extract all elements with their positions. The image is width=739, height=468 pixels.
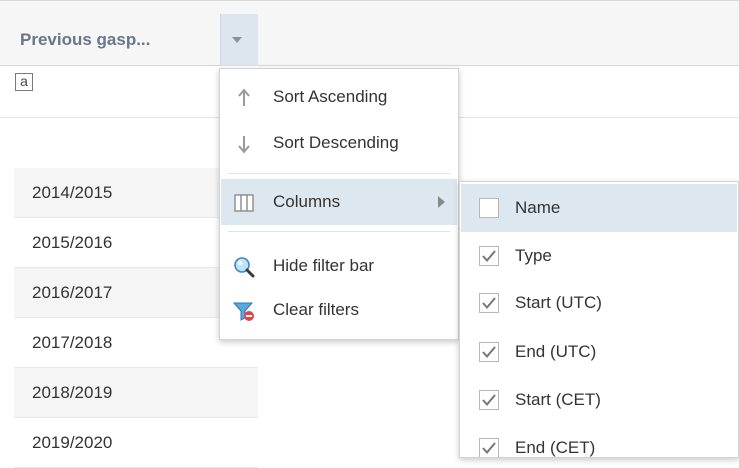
column-toggle-label: End (CET) xyxy=(515,438,596,457)
column-toggle-type[interactable]: Type xyxy=(461,232,737,280)
column-toggle-end-cet[interactable]: End (CET) xyxy=(461,424,737,458)
menu-item-sort-descending[interactable]: Sort Descending xyxy=(221,120,457,166)
menu-item-sort-ascending[interactable]: Sort Ascending xyxy=(221,74,457,120)
menu-item-label: Sort Ascending xyxy=(273,87,388,106)
check-icon[interactable] xyxy=(479,438,499,458)
table-row[interactable]: 2019/2020 xyxy=(14,418,258,468)
column-toggle-start-utc[interactable]: Start (UTC) xyxy=(461,279,737,327)
chevron-down-icon[interactable] xyxy=(232,37,242,43)
column-toggle-name[interactable]: Name xyxy=(461,184,737,232)
menu-separator xyxy=(228,231,450,232)
magnifier-icon xyxy=(234,257,255,278)
menu-item-label: Hide filter bar xyxy=(273,256,375,275)
arrow-down-icon xyxy=(238,136,250,154)
menu-item-clear-filters[interactable]: Clear filters xyxy=(221,287,457,333)
chevron-right-icon xyxy=(438,196,445,208)
checkbox[interactable] xyxy=(479,198,499,218)
column-toggle-label: Start (UTC) xyxy=(515,293,602,312)
menu-item-label: Columns xyxy=(273,192,341,211)
clear-filter-icon xyxy=(233,302,254,321)
columns-icon xyxy=(234,194,254,212)
column-header-title[interactable]: Previous gasp... xyxy=(20,14,150,66)
menu-item-hide-filter-bar[interactable]: Hide filter bar xyxy=(221,243,457,289)
table-row[interactable]: 2018/2019 xyxy=(14,368,258,418)
column-toggle-end-utc[interactable]: End (UTC) xyxy=(461,328,737,376)
check-icon[interactable] xyxy=(479,293,499,313)
arrow-up-icon xyxy=(238,88,250,106)
check-icon[interactable] xyxy=(479,390,499,410)
column-toggle-start-cet[interactable]: Start (CET) xyxy=(461,376,737,424)
check-icon[interactable] xyxy=(479,246,499,266)
column-toggle-label: End (UTC) xyxy=(515,342,597,361)
menu-item-label: Clear filters xyxy=(273,300,359,319)
menu-separator xyxy=(228,173,450,174)
column-menu: Sort Ascending Sort Descending Columns H… xyxy=(219,68,459,340)
column-toggle-label: Name xyxy=(515,198,561,217)
menu-item-columns[interactable]: Columns xyxy=(221,179,457,225)
column-toggle-label: Type xyxy=(515,246,552,265)
column-toggle-label: Start (CET) xyxy=(515,390,601,409)
text-filter-icon[interactable]: a xyxy=(15,73,33,91)
menu-item-label: Sort Descending xyxy=(273,133,399,152)
check-icon[interactable] xyxy=(479,342,499,362)
columns-submenu: Name Type Start (UTC) End (UTC) Start (C… xyxy=(459,181,739,458)
